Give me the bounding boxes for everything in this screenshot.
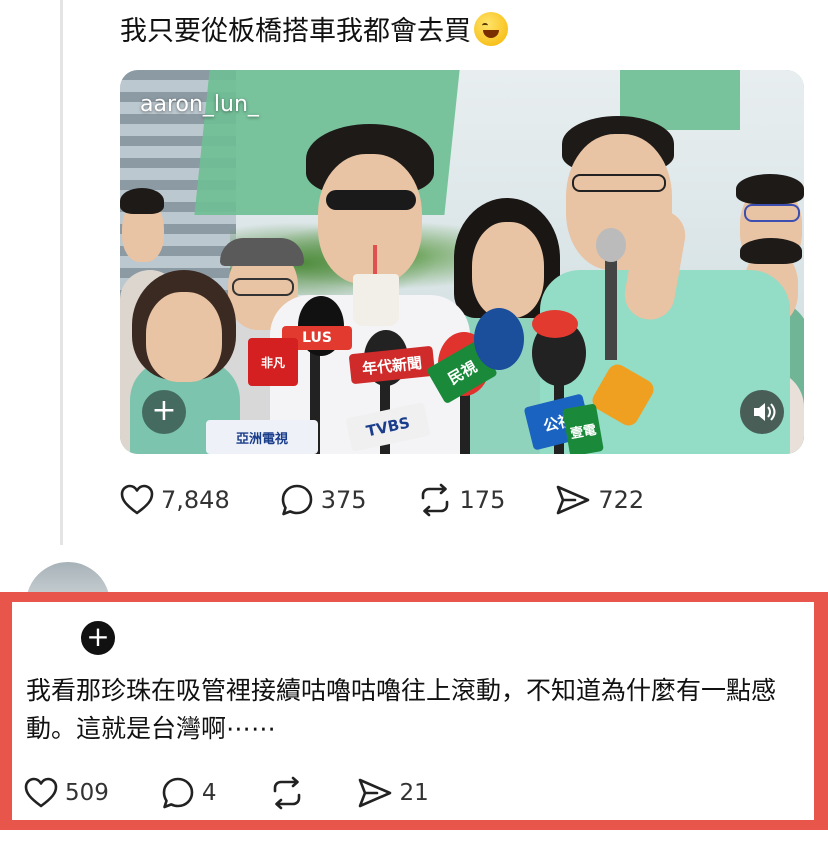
speaker-icon [754, 403, 776, 421]
comment-bubble-icon [281, 484, 313, 516]
post-video[interactable]: LUS 非凡 年代新聞 民視 TVBS 亞洲電視 公視 壹電 aaron_lun… [120, 70, 804, 454]
video-watermark: aaron_lun_ [140, 92, 259, 117]
reply-like-count: 509 [65, 780, 109, 806]
share-count: 722 [598, 486, 645, 514]
reply-share-button[interactable]: 21 [357, 777, 429, 809]
comment-count: 375 [320, 486, 367, 514]
reply-share-count: 21 [399, 780, 429, 806]
repost-icon [273, 776, 300, 810]
repost-count: 175 [459, 486, 506, 514]
reply-action-bar: 509 4 21 [24, 776, 481, 810]
mic-flag-feifan: 非凡 [248, 338, 298, 386]
reply-text: 我看那珍珠在吸管裡接續咕嚕咕嚕往上滾動，不知道為什麼有一點感動。這就是台灣啊⋯⋯ [26, 676, 777, 743]
mic-head [474, 308, 524, 370]
reply-comment-button[interactable]: 4 [161, 776, 217, 810]
like-count: 7,848 [161, 486, 230, 514]
reply-like-button[interactable]: 509 [24, 777, 109, 809]
heart-icon [24, 777, 58, 808]
add-to-story-button[interactable]: + [142, 390, 186, 434]
mic-head [532, 310, 578, 338]
mic-flag-asia-tv: 亞洲電視 [206, 420, 318, 454]
reply-repost-button[interactable] [269, 776, 305, 810]
reply-comment-count: 4 [201, 780, 217, 806]
thread-connector-line [60, 0, 63, 545]
send-icon [358, 778, 391, 808]
heart-icon [120, 484, 154, 515]
follow-plus-button[interactable]: + [78, 618, 118, 658]
repost-button[interactable]: 175 [417, 483, 506, 517]
like-button[interactable]: 7,848 [120, 484, 230, 516]
rolling-on-floor-laughing-emoji-icon [474, 12, 508, 46]
share-button[interactable]: 722 [555, 484, 644, 516]
post-action-bar: 7,848 375 175 722 [120, 483, 694, 517]
comment-button[interactable]: 375 [280, 483, 367, 517]
post-text: 我只要從板橋搭車我都會去買 [120, 12, 508, 52]
repost-icon [421, 483, 448, 517]
mute-toggle-button[interactable] [740, 390, 784, 434]
comment-bubble-icon [162, 777, 194, 809]
send-icon [557, 485, 590, 515]
